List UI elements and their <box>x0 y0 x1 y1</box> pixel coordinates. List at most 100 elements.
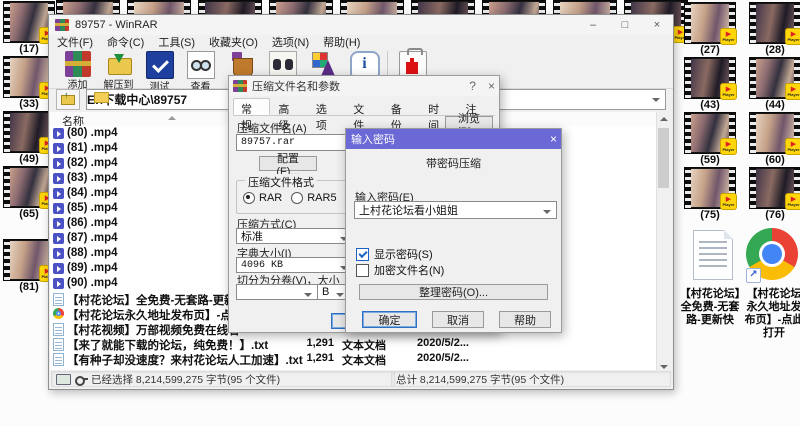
file-name: (89) .mp4 <box>67 262 118 274</box>
window-title: 89757 - WinRAR <box>75 19 158 31</box>
archive-dialog-titlebar[interactable]: 压缩文件名和参数 <box>229 76 499 96</box>
desktop-video-icon[interactable]: ▶Player <box>4 2 54 42</box>
encrypt-names-row[interactable]: 加密文件名(N) <box>356 262 444 278</box>
profile-button[interactable]: 配置(F)... <box>259 156 317 171</box>
chevron-down-icon[interactable] <box>304 293 312 297</box>
toolbar-button-repair[interactable] <box>392 49 433 78</box>
show-password-label: 显示密码(S) <box>374 246 433 262</box>
scroll-down-icon[interactable] <box>660 365 668 369</box>
menu-item[interactable]: 工具(S) <box>158 34 195 50</box>
password-input[interactable]: 上村花论坛看小姐姐 <box>354 201 557 219</box>
up-one-level-button[interactable] <box>56 89 80 110</box>
menu-item[interactable]: 收藏夹(O) <box>209 34 258 50</box>
desktop-icon-label: (76) <box>744 209 800 222</box>
dialog-close-icon[interactable]: × <box>488 79 495 93</box>
compression-method-select[interactable]: 标准 <box>236 228 354 244</box>
page-fold-icon <box>724 230 733 239</box>
disk-icon[interactable] <box>56 374 71 385</box>
mp4-file-icon <box>53 233 64 244</box>
key-icon[interactable] <box>75 376 87 382</box>
menu-item[interactable]: 命令(C) <box>107 34 144 50</box>
mp4-file-icon <box>53 158 64 169</box>
player-badge-text: Player <box>722 148 734 152</box>
desktop-video-icon[interactable]: ▶Player <box>4 57 54 97</box>
desktop-video-icon[interactable]: ▶Player <box>685 113 735 153</box>
file-size: 1,291 <box>278 337 334 349</box>
toolbar-button-wizard[interactable] <box>303 49 344 76</box>
doc-lines-icon <box>699 241 727 269</box>
desktop-video-icon[interactable]: ▶Player <box>685 58 735 98</box>
toolbar-button-view[interactable]: 查看 <box>180 49 221 93</box>
menu-item[interactable]: 选项(N) <box>272 34 309 50</box>
desktop-video-icon[interactable]: ▶Player <box>685 168 735 208</box>
archive-format-group-label: 压缩文件格式 <box>245 174 317 190</box>
file-name: (86) .mp4 <box>67 217 118 229</box>
toolbar-button-extract[interactable]: 解压到 <box>98 49 139 91</box>
desktop-txt-icon[interactable] <box>693 230 733 280</box>
show-password-row[interactable]: 显示密码(S) <box>356 246 433 262</box>
password-cancel-button[interactable]: 取消 <box>432 311 484 328</box>
minimize-button[interactable]: – <box>577 15 609 35</box>
chevron-down-icon[interactable] <box>336 293 344 297</box>
dictionary-size-select[interactable]: 4096 KB <box>236 257 354 273</box>
winrar-app-icon <box>55 19 69 31</box>
maximize-button[interactable]: □ <box>609 15 641 35</box>
file-name: (84) .mp4 <box>67 187 118 199</box>
toolbar-button-find[interactable] <box>262 49 303 78</box>
toolbar-button-test[interactable]: 测试 <box>139 49 180 93</box>
scrollbar-thumb[interactable] <box>658 128 669 188</box>
radio-icon[interactable] <box>291 192 303 204</box>
desktop-video-icon[interactable]: ▶Player <box>685 3 735 43</box>
radio-icon[interactable] <box>243 192 255 204</box>
password-ok-button[interactable]: 确定 <box>362 311 417 328</box>
chevron-down-icon[interactable] <box>652 98 660 102</box>
desktop-video-icon[interactable]: ▶Player <box>750 58 800 98</box>
password-help-button[interactable]: 帮助 <box>499 311 551 328</box>
player-badge-icon: ▶Player <box>785 28 800 45</box>
winrar-dialog-icon <box>233 80 247 92</box>
desktop-video-icon[interactable]: ▶Player <box>4 167 54 207</box>
desktop-video-icon[interactable]: ▶Player <box>4 112 54 152</box>
format-radio-RAR5[interactable]: RAR5 <box>291 192 336 204</box>
tab-备份[interactable]: 备份 <box>383 98 420 115</box>
compression-method-value: 标准 <box>241 228 263 244</box>
status-bar: 已经选择 8,214,599,275 字节(95 个文件) 总计 8,214,5… <box>49 370 673 388</box>
view-icon <box>187 51 215 79</box>
desktop-video-icon[interactable]: ▶Player <box>750 3 800 43</box>
vertical-scrollbar[interactable] <box>656 112 670 374</box>
menu-item[interactable]: 帮助(H) <box>323 34 360 50</box>
desktop-video-icon[interactable]: ▶Player <box>750 168 800 208</box>
desktop-icon-label: (27) <box>679 44 741 57</box>
tab-选项[interactable]: 选项 <box>308 98 345 115</box>
close-button[interactable]: × <box>641 15 673 35</box>
tab-常规[interactable]: 常规 <box>233 98 270 115</box>
mp4-file-icon <box>53 263 64 274</box>
table-row[interactable]: 【来了就能下载的论坛，纯免费！】.txt1,291文本文档2020/5/2... <box>50 336 660 351</box>
player-badge-icon: ▶Player <box>785 83 800 100</box>
dialog-help-icon[interactable]: ? <box>469 79 476 93</box>
toolbar-button-add[interactable]: 添加 <box>57 49 98 91</box>
table-row[interactable]: 【有种子却没速度？来村花论坛人工加速】.txt1,291文本文档2020/5/2… <box>50 351 660 366</box>
tab-高级[interactable]: 高级 <box>270 98 307 115</box>
show-password-checkbox[interactable] <box>356 248 369 261</box>
split-size-select[interactable] <box>236 284 318 300</box>
password-dialog-titlebar[interactable]: 输入密码 <box>346 129 561 149</box>
password-dialog: 输入密码 × 带密码压缩 输入密码(E) 上村花论坛看小姐姐 显示密码(S) 加… <box>345 128 562 333</box>
password-dialog-close-icon[interactable]: × <box>550 132 557 146</box>
chevron-down-icon[interactable] <box>543 210 551 214</box>
desktop-icon-label: (44) <box>744 99 800 112</box>
organize-passwords-button[interactable]: 整理密码(O)... <box>359 284 548 300</box>
scroll-up-icon[interactable] <box>660 117 668 121</box>
encrypt-names-checkbox[interactable] <box>356 264 369 277</box>
player-badge-icon: ▶Player <box>785 138 800 155</box>
mp4-file-icon <box>53 173 64 184</box>
desktop-video-icon[interactable]: ▶Player <box>4 240 54 280</box>
menu-bar: 文件(F) 命令(C) 工具(S) 收藏夹(O) 选项(N) 帮助(H) <box>49 35 673 49</box>
tab-文件[interactable]: 文件 <box>345 98 382 115</box>
player-badge-icon: ▶Player <box>720 28 737 45</box>
player-badge-text: Player <box>722 38 734 42</box>
format-radio-RAR[interactable]: RAR <box>243 192 282 204</box>
player-badge-text: Player <box>787 148 799 152</box>
menu-item[interactable]: 文件(F) <box>57 34 93 50</box>
desktop-video-icon[interactable]: ▶Player <box>750 113 800 153</box>
